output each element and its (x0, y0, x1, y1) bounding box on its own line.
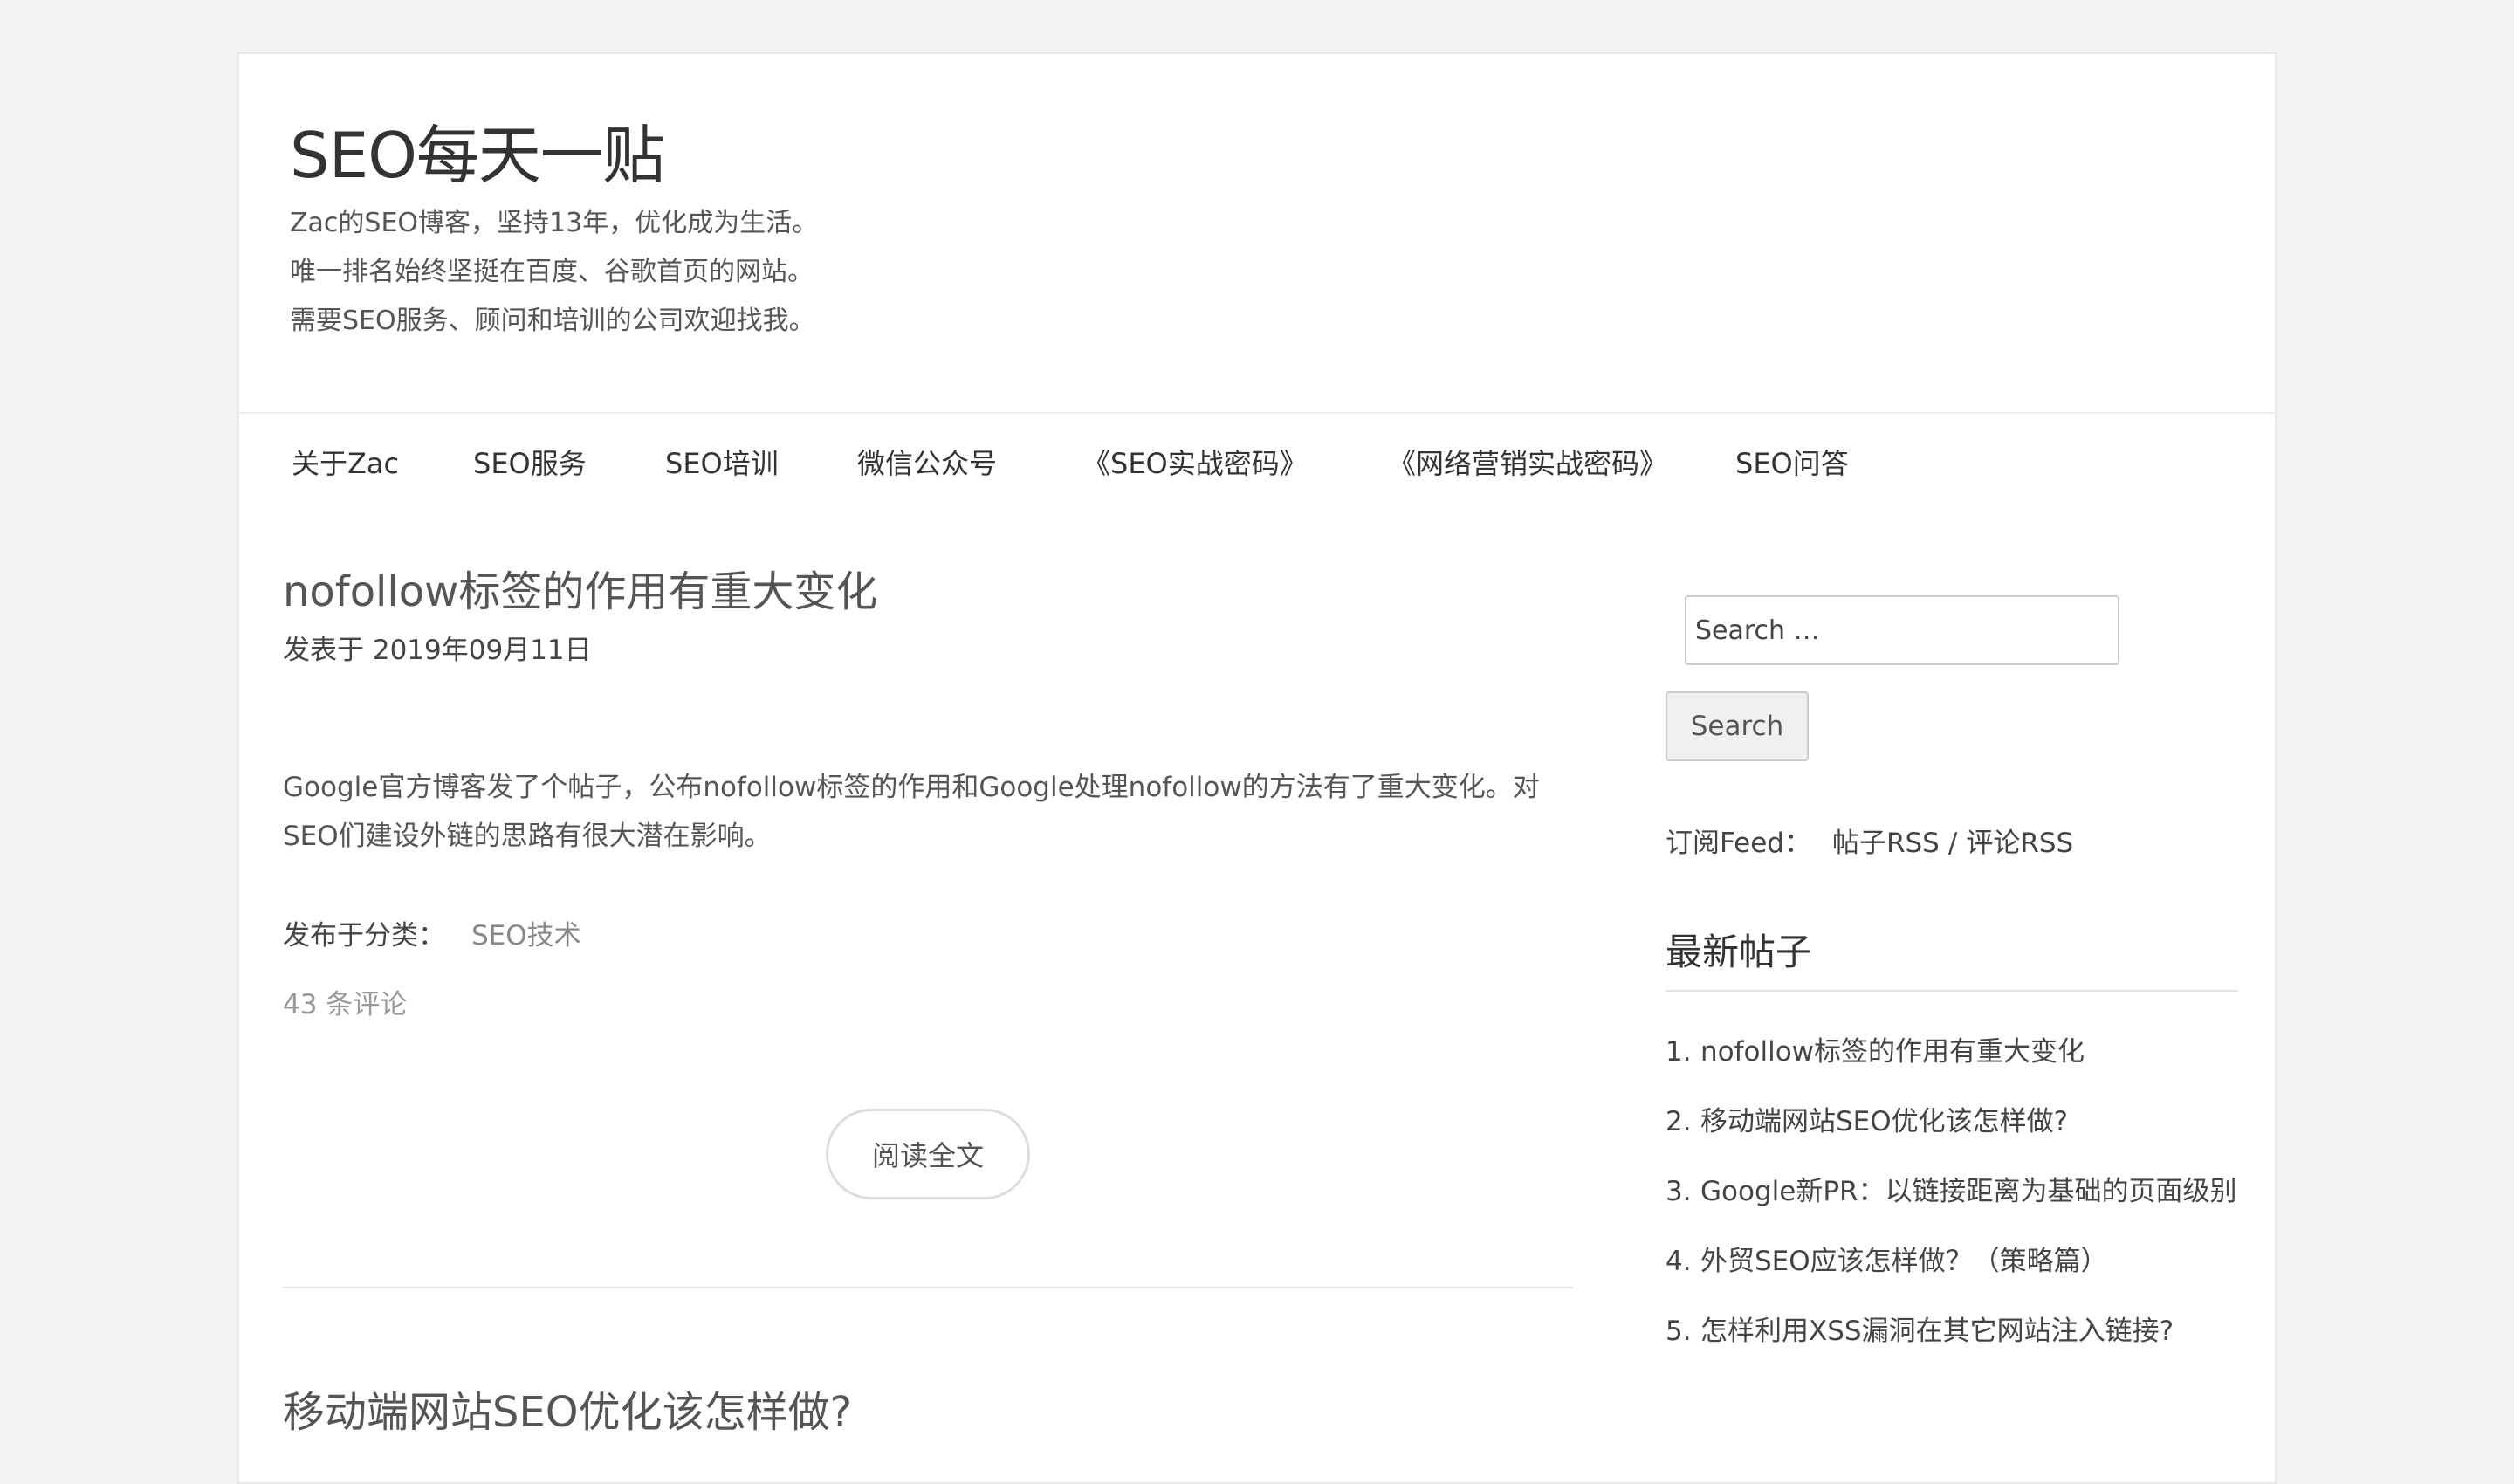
recent-post-item: 2. 移动端网站SEO优化该怎样做? (1666, 1098, 2238, 1146)
page-container: SEO每天一贴 Zac的SEO博客，坚持13年，优化成为生活。 唯一排名始终坚挺… (237, 52, 2277, 1484)
posts-rss-link[interactable]: 帖子RSS (1832, 828, 1940, 859)
read-more-wrapper: 阅读全文 (283, 1108, 1573, 1199)
recent-post-item: 3. Google新PR：以链接距离为基础的页面级别 (1666, 1168, 2238, 1216)
nav-item-about[interactable]: 关于Zac (292, 442, 399, 482)
feed-label: 订阅Feed： (1666, 828, 1811, 859)
list-number: 1. (1666, 1036, 1692, 1068)
sidebar: Search 订阅Feed： 帖子RSS/ 评论RSS 最新帖子 1.nofollo… (1666, 595, 2238, 1378)
site-title[interactable]: SEO每天一贴 (290, 124, 818, 187)
comments-rss-link[interactable]: 评论RSS (1966, 828, 2073, 859)
search-button[interactable]: Search (1666, 691, 1809, 761)
main-navigation: 关于Zac SEO服务 SEO培训 微信公众号 《SEO实战密码》 《网络营销实… (239, 412, 2275, 513)
list-number: 3. (1666, 1176, 1692, 1207)
recent-posts-heading: 最新帖子 (1666, 923, 2238, 992)
recent-post-link[interactable]: 移动端网站SEO优化该怎样做? (1700, 1098, 2238, 1146)
recent-post-item: 4. 外贸SEO应该怎样做？（策略篇） (1666, 1238, 2238, 1286)
tagline-line: 需要SEO服务、顾问和培训的公司欢迎找我。 (290, 306, 815, 336)
main-content: nofollow标签的作用有重大变化 发表于 2019年09月11日 Googl… (283, 569, 1573, 1436)
nav-item-marketing-book[interactable]: 《网络营销实战密码》 (1388, 442, 1667, 482)
nav-item-seo-book[interactable]: 《SEO实战密码》 (1082, 442, 1308, 482)
comments-link[interactable]: 43 条评论 (283, 982, 1573, 1021)
nav-item-seo-services[interactable]: SEO服务 (473, 442, 587, 482)
post-article: nofollow标签的作用有重大变化 发表于 2019年09月11日 Googl… (283, 569, 1573, 1288)
site-description: Zac的SEO博客，坚持13年，优化成为生活。 唯一排名始终坚挺在百度、谷歌首页… (290, 199, 818, 346)
recent-post-item: 1. nofollow标签的作用有重大变化 (1666, 1028, 2238, 1076)
post-article: 移动端网站SEO优化该怎样做? (283, 1389, 1573, 1436)
post-divider (283, 1286, 1573, 1288)
tagline-line: Zac的SEO博客，坚持13年，优化成为生活。 (290, 208, 819, 238)
feed-subscribe: 订阅Feed： 帖子RSS / 评论RSS (1666, 821, 2238, 860)
recent-post-link[interactable]: 怎样利用XSS漏洞在其它网站注入链接? (1700, 1308, 2238, 1356)
list-number: 4. (1666, 1246, 1692, 1277)
post-category: 发布于分类： SEO技术 (283, 913, 1573, 952)
nav-item-seo-qa[interactable]: SEO问答 (1735, 442, 1849, 482)
nav-item-seo-training[interactable]: SEO培训 (665, 442, 779, 482)
nav-item-wechat[interactable]: 微信公众号 (857, 442, 997, 482)
read-more-button[interactable]: 阅读全文 (825, 1108, 1030, 1199)
recent-posts-list: 1. nofollow标签的作用有重大变化 2. 移动端网站SEO优化该怎样做? 3… (1666, 1028, 2238, 1356)
site-header: SEO每天一贴 Zac的SEO博客，坚持13年，优化成为生活。 唯一排名始终坚挺… (290, 124, 818, 346)
category-link[interactable]: SEO技术 (471, 920, 581, 952)
post-excerpt: Google官方博客发了个帖子，公布nofollow标签的作用和Google处理… (283, 771, 1540, 852)
post-title[interactable]: 移动端网站SEO优化该怎样做? (283, 1389, 1573, 1436)
post-date: 发表于 2019年09月11日 (283, 634, 592, 666)
post-title[interactable]: nofollow标签的作用有重大变化 (283, 569, 1573, 615)
search-input[interactable] (1685, 595, 2119, 665)
recent-post-link[interactable]: nofollow标签的作用有重大变化 (1700, 1028, 2238, 1076)
category-label: 发布于分类： (283, 919, 445, 952)
recent-post-link[interactable]: Google新PR：以链接距离为基础的页面级别 (1700, 1168, 2238, 1216)
recent-post-link[interactable]: 外贸SEO应该怎样做？（策略篇） (1700, 1238, 2238, 1286)
list-number: 5. (1666, 1316, 1692, 1347)
tagline-line: 唯一排名始终坚挺在百度、谷歌首页的网站。 (290, 257, 814, 287)
list-number: 2. (1666, 1106, 1692, 1137)
recent-post-item: 5. 怎样利用XSS漏洞在其它网站注入链接? (1666, 1308, 2238, 1356)
feed-separator: / (1947, 828, 1958, 859)
